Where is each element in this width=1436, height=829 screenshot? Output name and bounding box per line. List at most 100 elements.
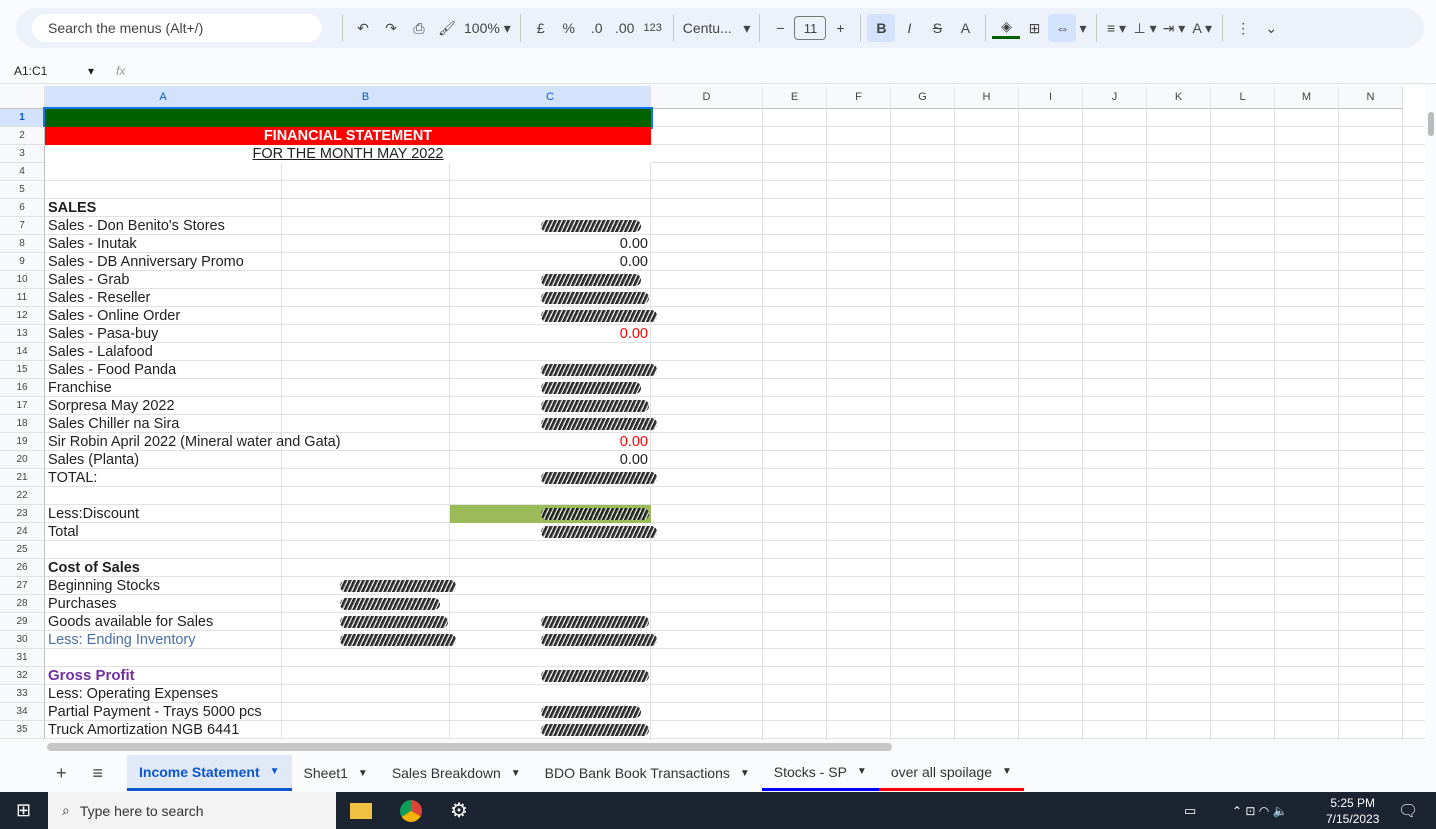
row-header[interactable]: 20: [0, 451, 45, 469]
row-label[interactable]: Sales - Reseller: [45, 289, 153, 307]
row-label[interactable]: Sales - Don Benito's Stores: [45, 217, 228, 235]
row-label[interactable]: SALES: [45, 199, 99, 217]
redacted-value[interactable]: [541, 724, 649, 736]
sheet-tab[interactable]: Income Statement ▼: [127, 755, 292, 791]
row-label[interactable]: Sorpresa May 2022: [45, 397, 178, 415]
redo-icon[interactable]: ↷: [377, 14, 405, 42]
more-options-icon[interactable]: ⋮: [1229, 14, 1257, 42]
row-header[interactable]: 30: [0, 631, 45, 649]
chevron-down-icon[interactable]: ▼: [358, 768, 368, 779]
row-label[interactable]: TOTAL:: [45, 469, 100, 487]
vertical-align-icon[interactable]: ⊥ ▾: [1131, 14, 1160, 42]
redacted-value[interactable]: [541, 220, 641, 232]
more-formats-button[interactable]: 123: [639, 14, 667, 42]
row-header[interactable]: 18: [0, 415, 45, 433]
cell-value[interactable]: 0.00: [450, 451, 651, 469]
row-header[interactable]: 11: [0, 289, 45, 307]
row-header[interactable]: 10: [0, 271, 45, 289]
row-header[interactable]: 21: [0, 469, 45, 487]
clock[interactable]: 5:25 PM 7/15/2023: [1326, 795, 1379, 827]
row-label[interactable]: Partial Payment - Trays 5000 pcs: [45, 703, 265, 721]
row-header[interactable]: 7: [0, 217, 45, 235]
font-size-input[interactable]: 11: [794, 16, 827, 40]
row-header[interactable]: 35: [0, 721, 45, 739]
row-label[interactable]: Beginning Stocks: [45, 577, 163, 595]
chrome-icon[interactable]: [400, 799, 422, 822]
currency-button[interactable]: £: [527, 14, 555, 42]
file-explorer-icon[interactable]: [350, 802, 372, 819]
increase-decimal-button[interactable]: .00: [611, 14, 639, 42]
row-label[interactable]: Less:Discount: [45, 505, 142, 523]
header-band[interactable]: [43, 107, 653, 129]
redacted-value[interactable]: [541, 706, 641, 718]
column-header-J[interactable]: J: [1083, 86, 1147, 109]
row-label[interactable]: Goods available for Sales: [45, 613, 216, 631]
column-header-G[interactable]: G: [891, 86, 955, 109]
windows-start-icon[interactable]: ⊞: [16, 800, 31, 821]
print-icon[interactable]: ⎙: [405, 14, 433, 42]
text-rotation-icon[interactable]: A ▾: [1188, 14, 1216, 42]
row-label[interactable]: Sales - Lalafood: [45, 343, 156, 361]
all-sheets-icon[interactable]: ≡: [93, 763, 104, 784]
row-header[interactable]: 15: [0, 361, 45, 379]
row-header[interactable]: 5: [0, 181, 45, 199]
formula-input[interactable]: [125, 61, 1436, 81]
redacted-value[interactable]: [340, 616, 448, 628]
row-header[interactable]: 32: [0, 667, 45, 685]
row-label[interactable]: Sir Robin April 2022 (Mineral water and …: [45, 433, 344, 451]
row-header[interactable]: 4: [0, 163, 45, 181]
corner-cell[interactable]: [0, 86, 45, 109]
row-header[interactable]: 31: [0, 649, 45, 667]
row-label[interactable]: Cost of Sales: [45, 559, 143, 577]
font-size-increase-button[interactable]: +: [826, 14, 854, 42]
column-header-I[interactable]: I: [1019, 86, 1083, 109]
row-header[interactable]: 2: [0, 127, 45, 145]
column-header-H[interactable]: H: [955, 86, 1019, 109]
row-label[interactable]: Sales - Online Order: [45, 307, 183, 325]
column-header-M[interactable]: M: [1275, 86, 1339, 109]
cell-value[interactable]: 0.00: [450, 235, 651, 253]
sheet-tab[interactable]: BDO Bank Book Transactions ▼: [533, 755, 762, 791]
row-label[interactable]: Less: Ending Inventory: [45, 631, 199, 649]
column-header-A[interactable]: A: [45, 86, 282, 109]
row-label[interactable]: Purchases: [45, 595, 120, 613]
cell-value[interactable]: 0.00: [450, 253, 651, 271]
redacted-value[interactable]: [541, 670, 649, 682]
spreadsheet-grid[interactable]: A B C D E F G H I J K L M N 1 2 FINANCIAL STATEMENT 3 FOR …: [0, 86, 1425, 740]
redacted-value[interactable]: [541, 616, 649, 628]
decrease-decimal-button[interactable]: .0: [583, 14, 611, 42]
bold-button[interactable]: B: [867, 14, 896, 42]
news-icon[interactable]: ▭: [1184, 803, 1196, 819]
row-label[interactable]: Sales - Inutak: [45, 235, 140, 253]
row-header[interactable]: 25: [0, 541, 45, 559]
column-header-N[interactable]: N: [1339, 86, 1403, 109]
row-header[interactable]: 24: [0, 523, 45, 541]
redacted-value[interactable]: [541, 634, 657, 646]
add-sheet-icon[interactable]: +: [56, 763, 67, 784]
column-header-E[interactable]: E: [763, 86, 827, 109]
chevron-down-icon[interactable]: ▼: [1002, 766, 1012, 777]
column-header-C[interactable]: C: [450, 86, 651, 109]
row-header[interactable]: 17: [0, 397, 45, 415]
column-header-L[interactable]: L: [1211, 86, 1275, 109]
strikethrough-button[interactable]: S: [923, 14, 951, 42]
row-label[interactable]: Total: [45, 523, 82, 541]
row-header[interactable]: 13: [0, 325, 45, 343]
undo-icon[interactable]: ↶: [349, 14, 377, 42]
notifications-icon[interactable]: 🗨: [1398, 801, 1418, 821]
row-header[interactable]: 3: [0, 145, 45, 163]
column-header-K[interactable]: K: [1147, 86, 1211, 109]
row-label[interactable]: Franchise: [45, 379, 115, 397]
chevron-down-icon[interactable]: ▼: [857, 766, 867, 777]
row-label[interactable]: Sales (Planta): [45, 451, 142, 469]
sheet-tab[interactable]: Sales Breakdown ▼: [380, 755, 533, 791]
sheet-tab[interactable]: Stocks - SP ▼: [761, 755, 879, 791]
italic-button[interactable]: I: [895, 14, 923, 42]
text-color-button[interactable]: A: [951, 14, 979, 42]
settings-icon[interactable]: ⚙: [450, 798, 468, 823]
chevron-down-icon[interactable]: ▼: [511, 768, 521, 779]
redacted-value[interactable]: [541, 400, 649, 412]
row-header[interactable]: 27: [0, 577, 45, 595]
row-header[interactable]: 14: [0, 343, 45, 361]
row-header[interactable]: 19: [0, 433, 45, 451]
